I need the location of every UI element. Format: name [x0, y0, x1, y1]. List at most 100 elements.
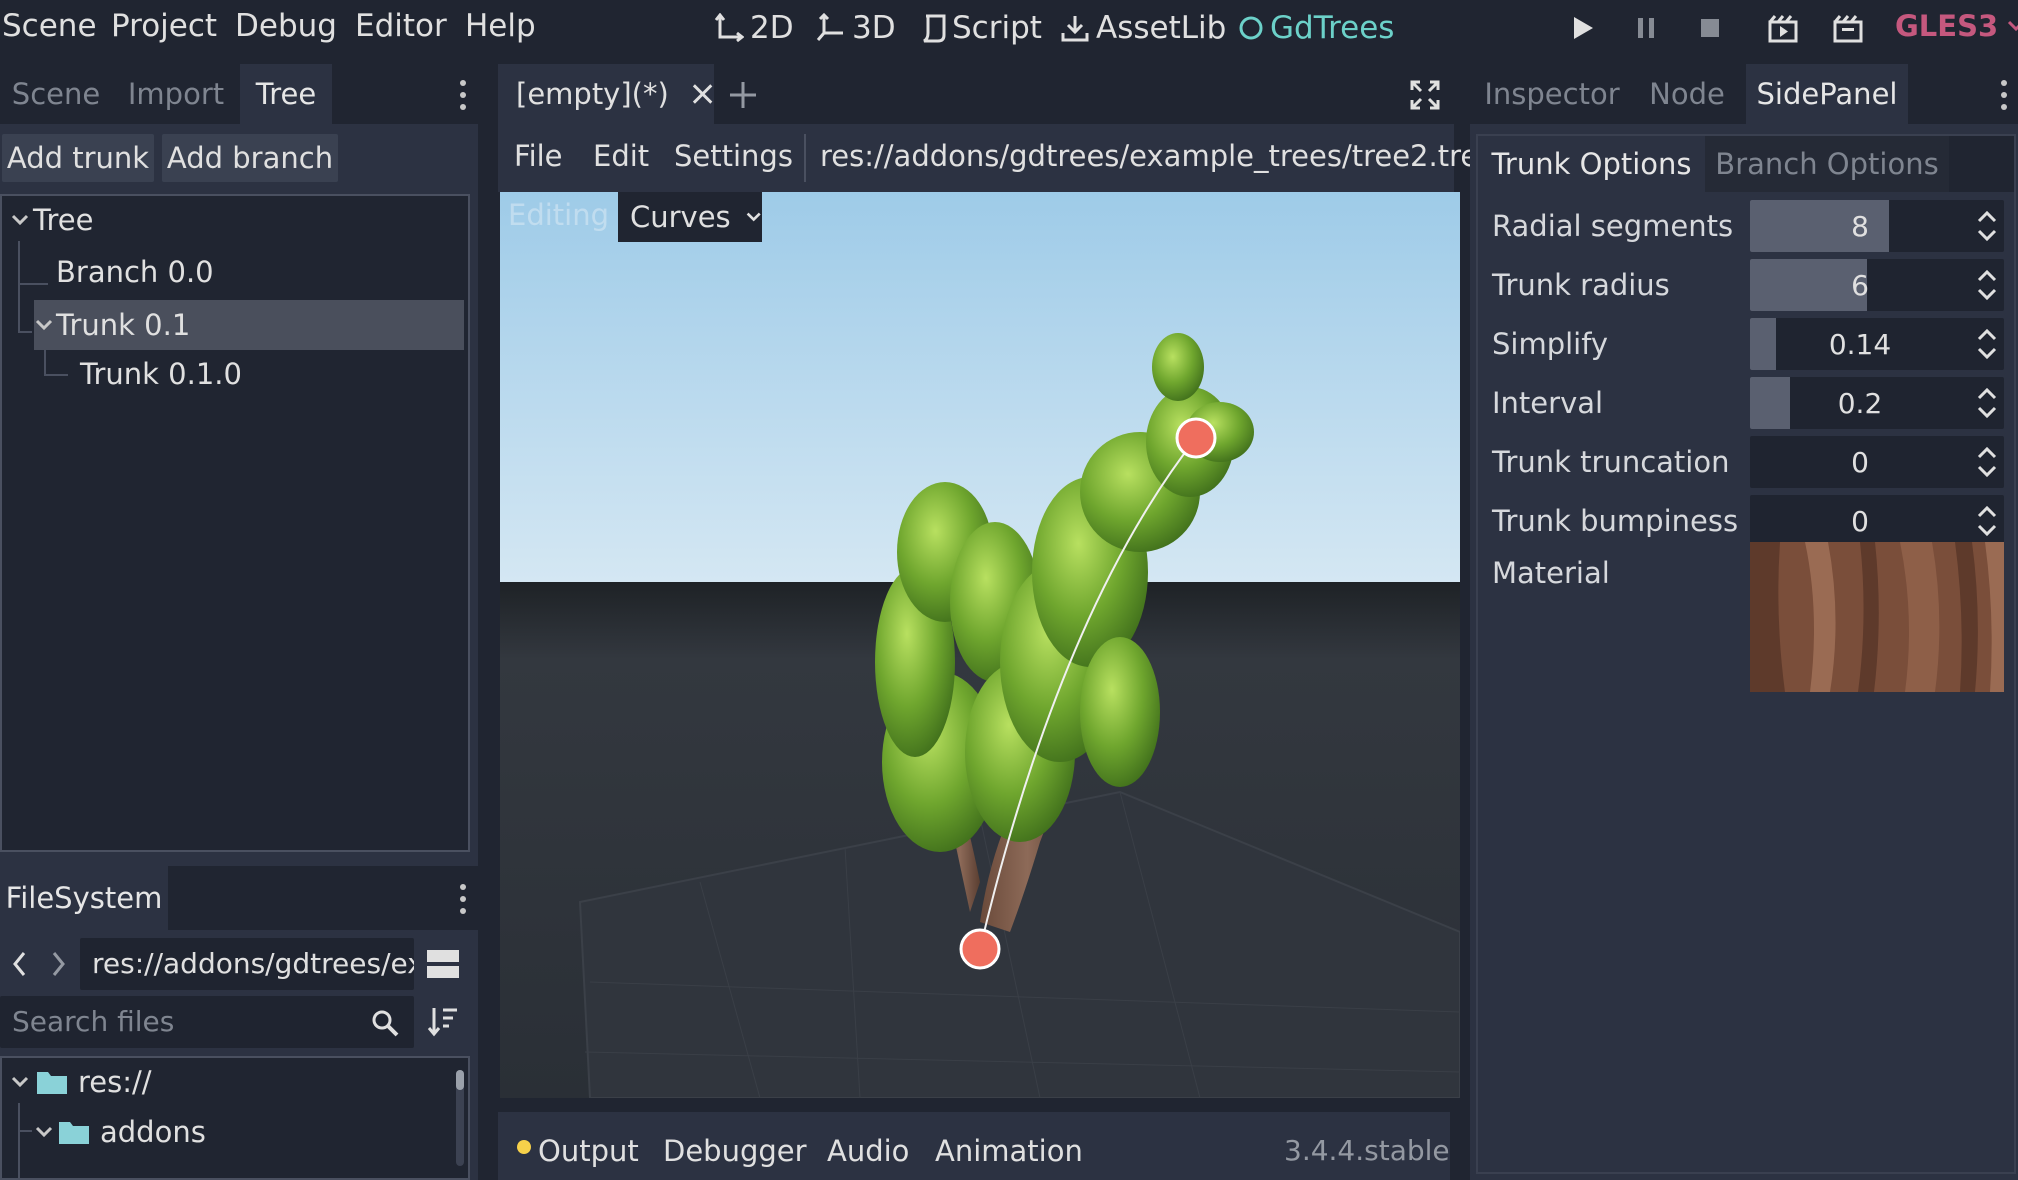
wood-texture	[1750, 542, 2004, 692]
workspace-gdtrees-button[interactable]: GdTrees	[1238, 6, 1394, 50]
tab-inspector[interactable]: Inspector	[1470, 64, 1634, 124]
tree-item-trunk-child[interactable]: Trunk 0.1.0	[80, 352, 242, 396]
tab-import-label: Import	[127, 77, 225, 111]
play-custom-scene-icon[interactable]	[1832, 14, 1864, 44]
scene-tab-empty[interactable]: [empty](*)	[498, 64, 714, 124]
chevron-down-icon[interactable]	[10, 1075, 30, 1089]
property-spinbox[interactable]: 0	[1750, 495, 2004, 547]
dock-menu-icon[interactable]	[457, 882, 469, 916]
renderer-label: GLES3	[1895, 9, 1999, 43]
version-label: 3.4.4.stable	[1284, 1134, 1450, 1167]
file-item-addons[interactable]: addons	[34, 1110, 206, 1154]
chevron-down-icon[interactable]	[34, 1125, 54, 1139]
path-field[interactable]: res://addons/gdtrees/ex	[80, 938, 414, 990]
workspace-2d-label: 2D	[750, 10, 794, 46]
play-scene-icon[interactable]	[1767, 14, 1799, 44]
material-preview[interactable]	[1750, 542, 2004, 692]
tab-import[interactable]: Import	[112, 64, 240, 124]
close-icon[interactable]	[691, 82, 714, 106]
tab-node[interactable]: Node	[1634, 64, 1740, 124]
spinbox-arrows-icon[interactable]	[1976, 504, 1998, 538]
scrollbar-thumb[interactable]	[456, 1070, 464, 1090]
spinbox-arrows-icon[interactable]	[1976, 268, 1998, 302]
workspace-2d-button[interactable]: 2D	[714, 6, 794, 50]
workspace-3d-button[interactable]: 3D	[816, 6, 896, 50]
spinbox-arrows-icon[interactable]	[1976, 386, 1998, 420]
menu-project[interactable]: Project	[111, 8, 217, 44]
menu-file[interactable]: File	[514, 139, 563, 173]
property-spinbox[interactable]: 8	[1750, 200, 2004, 252]
stop-icon[interactable]	[1697, 14, 1723, 42]
curve-control-point[interactable]	[959, 928, 1001, 970]
menu-scene[interactable]: Scene	[2, 8, 97, 44]
add-scene-icon[interactable]	[728, 80, 758, 110]
resource-path: res://addons/gdtrees/example_trees/tree2…	[820, 139, 1494, 173]
curve-control-point[interactable]	[1175, 417, 1217, 459]
mode-select[interactable]: Curves	[618, 192, 762, 242]
forward-icon[interactable]	[48, 950, 68, 978]
tab-sidepanel[interactable]: SidePanel	[1746, 64, 1908, 124]
back-icon[interactable]	[10, 950, 30, 978]
property-spinbox[interactable]: 0.14	[1750, 318, 2004, 370]
chevron-down-icon[interactable]	[10, 213, 30, 227]
tab-branch-options[interactable]: Branch Options	[1705, 136, 1949, 192]
play-icon[interactable]	[1570, 14, 1596, 42]
chevron-down-icon[interactable]	[34, 318, 54, 332]
tree-panel: Add trunk Add branch Tree Branch 0.0 Tru…	[0, 124, 478, 918]
tree-item-branch[interactable]: Branch 0.0	[56, 250, 214, 294]
tab-trunk-options-label: Trunk Options	[1491, 147, 1692, 181]
tab-filesystem[interactable]: FileSystem	[0, 866, 168, 930]
property-spinbox[interactable]: 0	[1750, 436, 2004, 488]
spinbox-arrows-icon[interactable]	[1976, 445, 1998, 479]
add-branch-button[interactable]: Add branch	[162, 134, 338, 182]
viewport-3d[interactable]: Editing Curves	[500, 192, 1460, 1098]
spinbox-arrows-icon[interactable]	[1976, 327, 1998, 361]
workspace-assetlib-button[interactable]: AssetLib	[1060, 6, 1226, 50]
dock-menu-icon[interactable]	[1998, 78, 2010, 112]
property-label: Trunk radius	[1492, 268, 1670, 302]
property-spinbox[interactable]: 6	[1750, 259, 2004, 311]
file-item-res[interactable]: res://	[10, 1060, 152, 1104]
add-trunk-button[interactable]: Add trunk	[2, 134, 154, 182]
scene-tabs: [empty](*)	[498, 64, 1454, 124]
workspace-script-button[interactable]: Script	[920, 6, 1042, 50]
spinbox-value: 0	[1851, 445, 1869, 479]
menu-help[interactable]: Help	[465, 8, 536, 44]
menu-settings[interactable]: Settings	[674, 139, 793, 173]
tab-tree-label: Tree	[255, 77, 317, 111]
tree-item-trunk-selected[interactable]: Trunk 0.1	[34, 300, 464, 350]
chevron-down-icon	[746, 212, 761, 222]
tab-animation[interactable]: Animation	[935, 1134, 1083, 1168]
pause-icon[interactable]	[1633, 14, 1659, 42]
fullscreen-icon[interactable]	[1410, 80, 1440, 110]
tab-scene[interactable]: Scene	[0, 64, 112, 124]
tab-trunk-options[interactable]: Trunk Options	[1478, 136, 1705, 192]
workspace-script-label: Script	[952, 10, 1042, 46]
property-label: Interval	[1492, 386, 1604, 420]
spinbox-arrows-icon[interactable]	[1976, 209, 1998, 243]
dock-menu-icon[interactable]	[457, 78, 469, 112]
filesystem-title: FileSystem	[5, 881, 163, 915]
workspace-assetlib-label: AssetLib	[1096, 10, 1227, 46]
tab-audio[interactable]: Audio	[827, 1134, 909, 1168]
tab-scene-label: Scene	[11, 77, 101, 111]
split-view-icon[interactable]	[426, 948, 460, 980]
menu-edit[interactable]: Edit	[593, 139, 649, 173]
tab-tree[interactable]: Tree	[240, 64, 332, 124]
folder-icon	[59, 1122, 89, 1144]
renderer-selector[interactable]: GLES3	[1895, 9, 2018, 43]
3d-icon	[816, 13, 843, 41]
search-input[interactable]: Search files	[0, 996, 414, 1048]
tree-guide	[44, 346, 46, 376]
filesystem-panel: res://addons/gdtrees/ex Search files res…	[0, 930, 478, 1180]
tab-output[interactable]: Output	[538, 1134, 639, 1168]
scrollbar[interactable]	[456, 1070, 464, 1166]
tab-debugger[interactable]: Debugger	[663, 1134, 807, 1168]
tree-scene	[500, 192, 1460, 1098]
tree-item-root[interactable]: Tree	[10, 198, 93, 242]
sort-icon[interactable]	[426, 1004, 460, 1038]
search-icon	[372, 1010, 399, 1037]
menu-editor[interactable]: Editor	[355, 8, 447, 44]
property-spinbox[interactable]: 0.2	[1750, 377, 2004, 429]
menu-debug[interactable]: Debug	[235, 8, 337, 44]
